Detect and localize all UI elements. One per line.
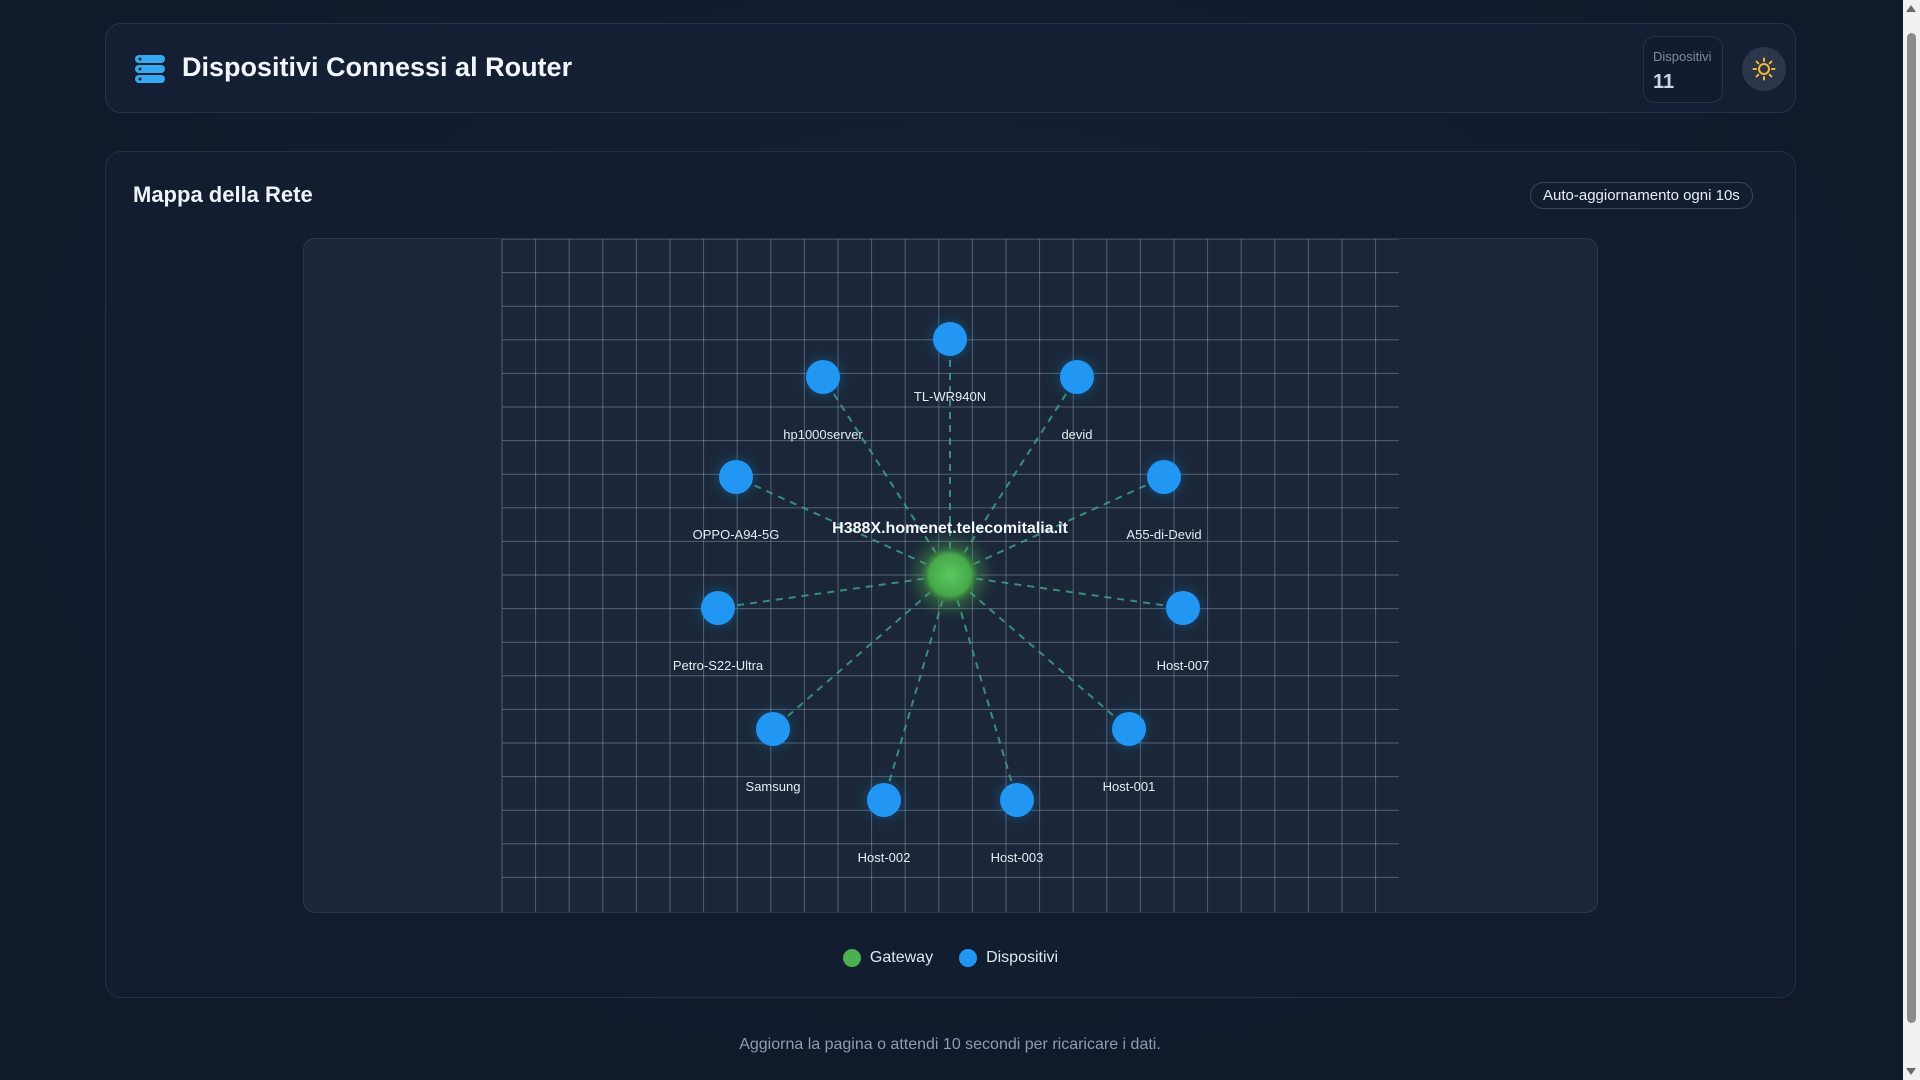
legend-gateway-label: Gateway xyxy=(869,949,934,966)
device-counter: Dispositivi 11 xyxy=(1643,36,1723,103)
device-label: hp1000server xyxy=(783,427,863,442)
device-node[interactable] xyxy=(701,591,735,625)
device-label: devid xyxy=(1061,427,1092,442)
device-label: Host-003 xyxy=(991,850,1044,865)
device-label: Host-007 xyxy=(1157,658,1210,673)
scrollbar-thumb[interactable] xyxy=(1907,33,1916,1023)
legend-devices: Dispositivi xyxy=(959,949,1058,967)
device-node[interactable] xyxy=(1112,712,1146,746)
scroll-down-arrow-icon[interactable] xyxy=(1906,1068,1916,1075)
device-node[interactable] xyxy=(806,360,840,394)
device-counter-value: 11 xyxy=(1653,71,1675,93)
footer-note: Aggiorna la pagina o attendi 10 secondi … xyxy=(739,1036,1161,1053)
auto-refresh-badge: Auto-aggiornamento ogni 10s xyxy=(1530,182,1753,209)
sun-icon xyxy=(1752,57,1776,81)
network-map-card: Mappa della Rete Auto-aggiornamento ogni… xyxy=(105,151,1796,998)
map-title: Mappa della Rete xyxy=(133,182,313,207)
gateway-node xyxy=(922,547,978,603)
page-title: Dispositivi Connessi al Router xyxy=(182,52,573,82)
device-node[interactable] xyxy=(1147,460,1181,494)
vertical-scrollbar[interactable] xyxy=(1903,0,1920,1080)
device-legend-dot xyxy=(959,949,978,967)
scroll-up-arrow-icon[interactable] xyxy=(1906,5,1916,12)
device-node[interactable] xyxy=(867,783,901,817)
device-node[interactable] xyxy=(756,712,790,746)
network-map-canvas[interactable]: H388X.homenet.telecomitalia.it TL-WR940N d… xyxy=(304,239,1598,913)
gateway-legend-dot xyxy=(842,949,861,967)
device-node[interactable] xyxy=(719,460,753,494)
device-label: Petro-S22-Ultra xyxy=(673,658,764,673)
network-map[interactable]: H388X.homenet.telecomitalia.it TL-WR940N d… xyxy=(303,238,1598,913)
device-label: A55-di-Devid xyxy=(1126,527,1201,542)
device-counter-label: Dispositivi xyxy=(1653,49,1712,64)
device-label: OPPO-A94-5G xyxy=(693,527,780,542)
gateway-label: H388X.homenet.telecomitalia.it xyxy=(832,520,1068,537)
device-label: Host-001 xyxy=(1103,779,1156,794)
server-stack-icon xyxy=(134,54,166,84)
device-node[interactable] xyxy=(1060,360,1094,394)
legend-gateway: Gateway xyxy=(842,949,934,967)
legend-devices-label: Dispositivi xyxy=(986,949,1059,966)
legend: Gateway Dispositivi xyxy=(106,949,1795,967)
device-node[interactable] xyxy=(933,322,967,356)
page: Dispositivi Connessi al Router Dispositi… xyxy=(0,0,1920,1080)
device-node[interactable] xyxy=(1000,783,1034,817)
device-label: TL-WR940N xyxy=(914,389,986,404)
theme-toggle-button[interactable] xyxy=(1742,47,1786,91)
header-card: Dispositivi Connessi al Router Dispositi… xyxy=(105,23,1796,113)
device-node[interactable] xyxy=(1166,591,1200,625)
device-label: Samsung xyxy=(746,779,801,794)
device-label: Host-002 xyxy=(858,850,911,865)
